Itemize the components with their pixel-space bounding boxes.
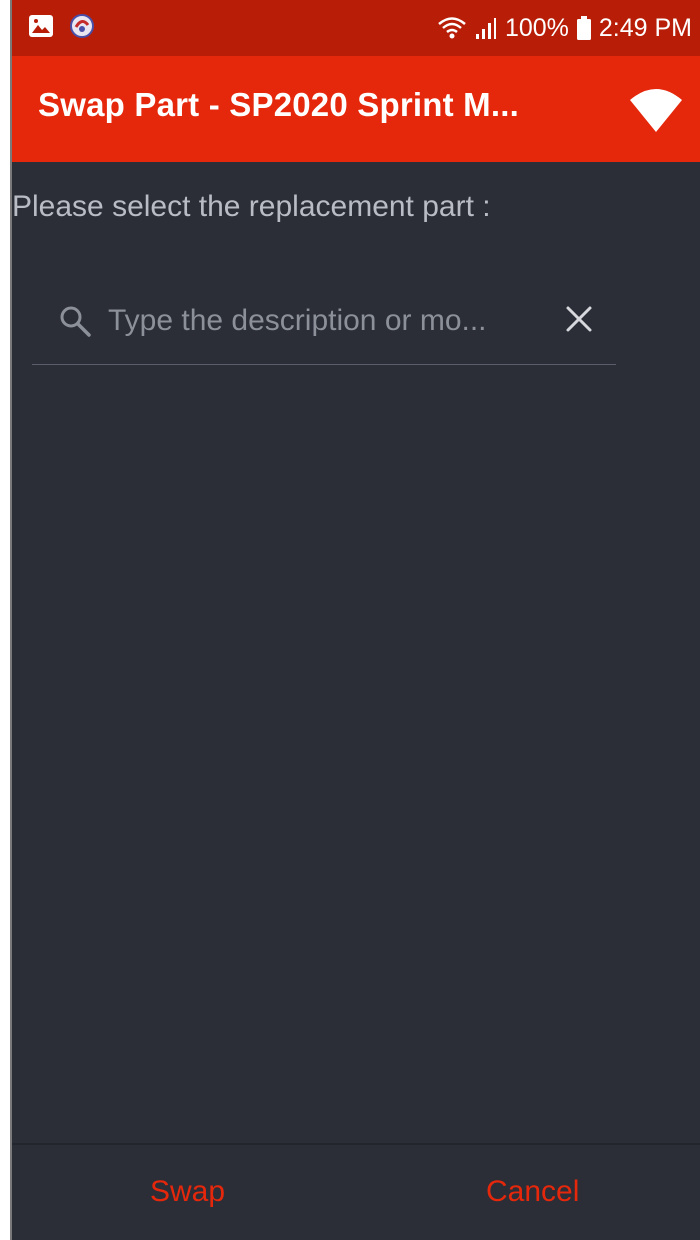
page-title: Swap Part - SP2020 Sprint M... (38, 86, 519, 123)
status-bar: 100% 2:49 PM (12, 0, 700, 56)
wifi-connected-icon[interactable] (628, 84, 684, 134)
battery-percent: 100% (504, 13, 569, 42)
clock: 2:49 PM (598, 13, 692, 42)
action-bar: Swap Cancel (12, 1143, 700, 1240)
search-bar[interactable] (32, 290, 616, 365)
wifi-icon (438, 17, 466, 39)
app-screen: 100% 2:49 PM Swap Part - SP2020 Sprint M… (10, 0, 700, 1240)
search-icon (60, 306, 91, 337)
signal-icon (475, 18, 496, 39)
replacement-part-prompt: Please select the replacement part : (12, 190, 491, 223)
gallery-icon (29, 15, 53, 37)
search-input[interactable] (108, 298, 528, 344)
app-bar: Swap Part - SP2020 Sprint M... (12, 56, 700, 162)
battery-icon (576, 16, 591, 40)
close-icon[interactable] (564, 304, 594, 334)
swap-button[interactable]: Swap (150, 1175, 225, 1209)
cancel-button[interactable]: Cancel (486, 1175, 579, 1209)
app-notification-icon (70, 14, 94, 38)
